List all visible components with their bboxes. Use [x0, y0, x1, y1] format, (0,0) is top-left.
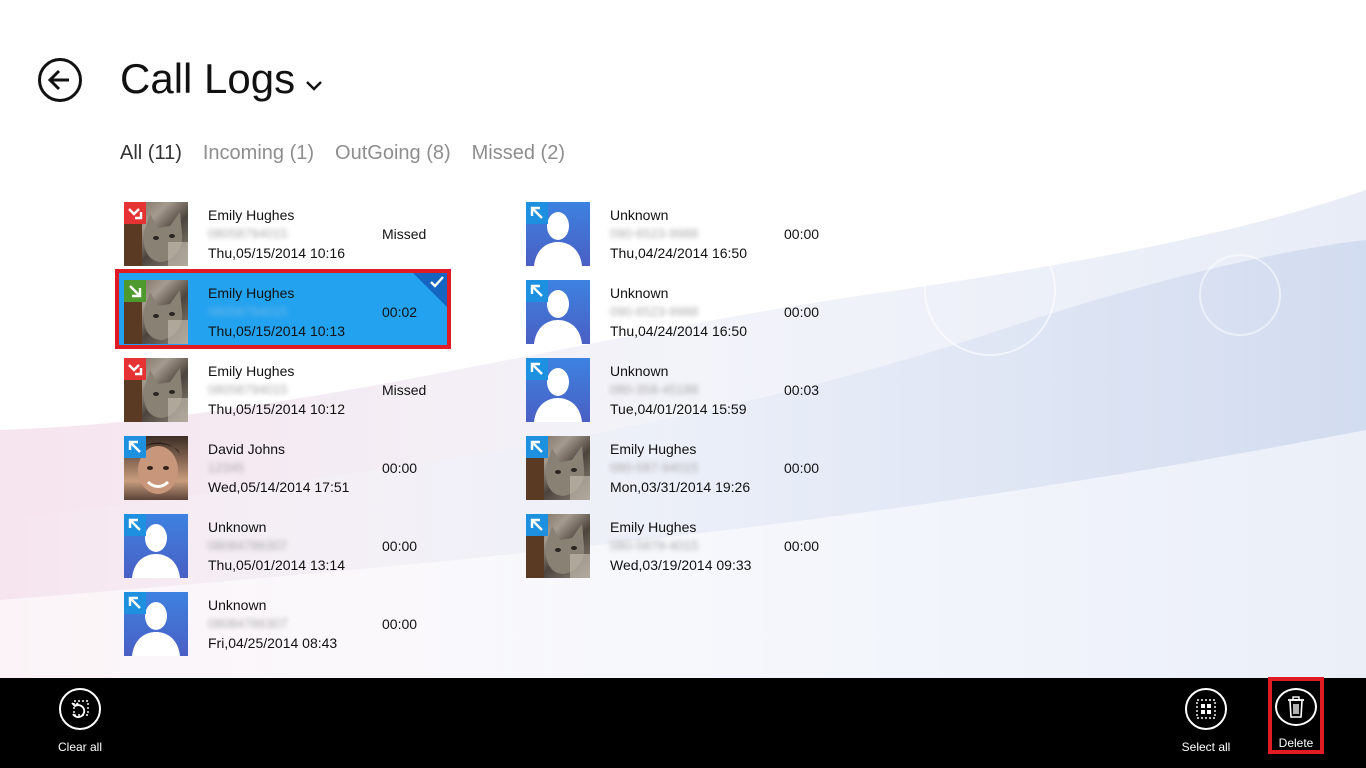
- tab-incoming[interactable]: Incoming (1): [203, 142, 314, 165]
- outgoing-call-icon: [526, 202, 548, 224]
- missed-call-icon: [124, 202, 146, 224]
- call-log-item[interactable]: Emily Hughes 08058794015 Thu,05/15/2014 10…: [117, 195, 447, 267]
- call-log-item[interactable]: Unknown 08084786307 Thu,05/01/2014 13:14 00…: [117, 507, 447, 579]
- delete-button[interactable]: Delete: [1268, 677, 1324, 754]
- contact-avatar: [526, 358, 590, 422]
- call-duration: Missed: [382, 226, 427, 242]
- contact-avatar: [124, 592, 188, 656]
- contact-avatar: [124, 202, 188, 266]
- contact-name: Unknown: [610, 363, 669, 379]
- delete-label: Delete: [1278, 736, 1314, 750]
- call-log-item[interactable]: Unknown 08084786307 Fri,04/25/2014 08:43 00…: [117, 585, 447, 657]
- call-log-item[interactable]: Unknown 080-358-45188 Tue,04/01/2014 15:59…: [519, 351, 849, 423]
- missed-call-icon: [124, 358, 146, 380]
- call-timestamp: Mon,03/31/2014 19:26: [610, 479, 751, 495]
- contact-name: Emily Hughes: [208, 285, 295, 301]
- contact-name: Emily Hughes: [610, 441, 697, 457]
- call-duration: 00:00: [784, 538, 820, 554]
- phone-number: 080-587-94015: [610, 460, 699, 475]
- call-timestamp: Thu,05/15/2014 10:16: [208, 245, 346, 261]
- clear-all-icon: [59, 688, 101, 730]
- page-title-menu[interactable]: Call Logs: [120, 55, 323, 103]
- contact-avatar: [124, 514, 188, 578]
- contact-avatar: [124, 358, 188, 422]
- call-log-item[interactable]: Emily Hughes 080-587-94015 Mon,03/31/2014 …: [519, 429, 849, 501]
- call-timestamp: Wed,03/19/2014 09:33: [610, 557, 752, 573]
- call-duration: 00:00: [382, 538, 418, 554]
- contact-name: Unknown: [610, 285, 669, 301]
- tab-missed[interactable]: Missed (2): [472, 142, 565, 165]
- call-timestamp: Thu,05/15/2014 10:12: [208, 401, 346, 417]
- contact-avatar: [526, 202, 590, 266]
- clear-all-button[interactable]: Clear all: [40, 688, 120, 762]
- phone-number: 08084786307: [208, 616, 288, 631]
- call-log-item[interactable]: Emily Hughes 08058794015 Thu,05/15/2014 10…: [115, 269, 451, 349]
- call-timestamp: Thu,04/24/2014 16:50: [610, 245, 748, 261]
- call-duration: 00:00: [784, 460, 820, 476]
- call-log-item[interactable]: Emily Hughes 080-5879-4015 Wed,03/19/2014 …: [519, 507, 849, 579]
- checkmark-icon: [430, 276, 444, 288]
- tab-all[interactable]: All (11): [120, 142, 182, 165]
- call-duration: Missed: [382, 382, 427, 398]
- contact-name: Emily Hughes: [208, 363, 295, 379]
- call-log-item[interactable]: Emily Hughes 08058794015 Thu,05/15/2014 10…: [117, 351, 447, 423]
- outgoing-call-icon: [526, 280, 548, 302]
- contact-name: Emily Hughes: [208, 207, 295, 223]
- contact-avatar: [124, 436, 188, 500]
- call-log-item[interactable]: David Johns 12345 Wed,05/14/2014 17:51 00:0…: [117, 429, 447, 501]
- call-log-list: Emily Hughes 08058794015 Thu,05/15/2014 10…: [115, 195, 921, 663]
- chevron-down-icon: [306, 81, 322, 91]
- back-button[interactable]: [38, 58, 82, 102]
- phone-number: 090-6523-9988: [610, 304, 699, 319]
- contact-avatar: [526, 514, 590, 578]
- outgoing-call-icon: [526, 436, 548, 458]
- call-timestamp: Fri,04/25/2014 08:43: [208, 635, 338, 651]
- phone-number: 08058794015: [208, 304, 288, 319]
- outgoing-call-icon: [124, 436, 146, 458]
- call-timestamp: Tue,04/01/2014 15:59: [610, 401, 747, 417]
- outgoing-call-icon: [526, 358, 548, 380]
- contact-name: Emily Hughes: [610, 519, 697, 535]
- select-all-label: Select all: [1181, 740, 1231, 754]
- outgoing-call-icon: [526, 514, 548, 536]
- phone-number: 090-6523-9988: [610, 226, 699, 241]
- clear-all-label: Clear all: [57, 740, 102, 754]
- app-bar: Clear all Select all Delete: [0, 677, 1366, 768]
- contact-name: Unknown: [610, 207, 669, 223]
- contact-avatar: [124, 280, 188, 344]
- outgoing-call-icon: [124, 514, 146, 536]
- call-log-item[interactable]: Unknown 090-6523-9988 Thu,04/24/2014 16:50…: [519, 273, 849, 345]
- call-duration: 00:00: [784, 304, 820, 320]
- call-duration: 00:00: [382, 616, 418, 632]
- contact-name: Unknown: [208, 597, 267, 613]
- phone-number: 08084786307: [208, 538, 288, 553]
- contact-name: Unknown: [208, 519, 267, 535]
- outgoing-call-icon: [124, 592, 146, 614]
- trash-icon: [1275, 688, 1317, 726]
- back-arrow-icon: [47, 69, 69, 91]
- call-log-item[interactable]: Unknown 090-6523-9988 Thu,04/24/2014 16:50…: [519, 195, 849, 267]
- call-duration: 00:02: [382, 304, 418, 320]
- incoming-call-icon: [124, 280, 146, 302]
- contact-avatar: [526, 436, 590, 500]
- phone-number: 080-358-45188: [610, 382, 699, 397]
- select-all-button[interactable]: Select all: [1166, 688, 1246, 762]
- call-duration: 00:03: [784, 382, 820, 398]
- filter-tabs: All (11) Incoming (1) OutGoing (8) Misse…: [120, 142, 586, 165]
- call-timestamp: Thu,05/15/2014 10:13: [208, 323, 346, 339]
- tab-outgoing[interactable]: OutGoing (8): [335, 142, 451, 165]
- call-timestamp: Thu,05/01/2014 13:14: [208, 557, 346, 573]
- call-timestamp: Wed,05/14/2014 17:51: [208, 479, 350, 495]
- contact-name: David Johns: [208, 441, 286, 457]
- contact-avatar: [526, 280, 590, 344]
- phone-number: 08058794015: [208, 382, 288, 397]
- call-timestamp: Thu,04/24/2014 16:50: [610, 323, 748, 339]
- phone-number: 080-5879-4015: [610, 538, 699, 553]
- call-duration: 00:00: [784, 226, 820, 242]
- call-duration: 00:00: [382, 460, 418, 476]
- select-all-icon: [1185, 688, 1227, 730]
- page-title: Call Logs: [120, 55, 296, 102]
- phone-number: 08058794015: [208, 226, 288, 241]
- phone-number: 12345: [208, 460, 245, 475]
